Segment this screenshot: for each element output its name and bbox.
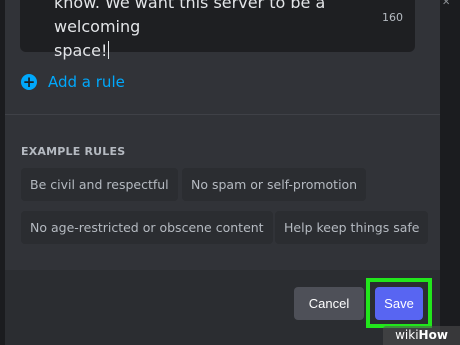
watermark-part-1: wiki [395,328,419,342]
section-divider [5,114,440,115]
cancel-button[interactable]: Cancel [294,287,364,320]
rule-text: know. We want this server to be a welcom… [54,0,374,63]
character-count: 160 [382,11,403,24]
backdrop-right [440,0,460,345]
watermark-part-2: How [418,328,448,342]
plus-circle-icon: + [21,73,37,91]
example-rule-chip[interactable]: Help keep things safe [275,211,429,244]
save-button[interactable]: Save [375,287,423,320]
rule-text-line-1: know. We want this server to be a welcom… [54,0,326,36]
example-rule-chip[interactable]: No age-restricted or obscene content [21,211,273,244]
rules-modal: know. We want this server to be a welcom… [5,0,440,345]
rule-textarea[interactable]: know. We want this server to be a welcom… [20,0,415,60]
screen: ✕ know. We want this server to be a welc… [0,0,460,345]
add-rule-label: Add a rule [48,73,125,91]
rule-text-line-2: space! [54,39,374,63]
wikihow-watermark: wikiHow [383,326,460,345]
text-caret [108,41,110,59]
add-rule-button[interactable]: + Add a rule [21,71,125,93]
modal-footer: Cancel Save [5,270,440,345]
example-rule-chip[interactable]: No spam or self-promotion [182,168,367,201]
rule-text-line-2-value: space! [54,41,108,60]
close-icon[interactable]: ✕ [442,0,456,6]
example-rules-title: EXAMPLE RULES [21,145,126,158]
example-rule-chip[interactable]: Be civil and respectful [21,168,178,201]
